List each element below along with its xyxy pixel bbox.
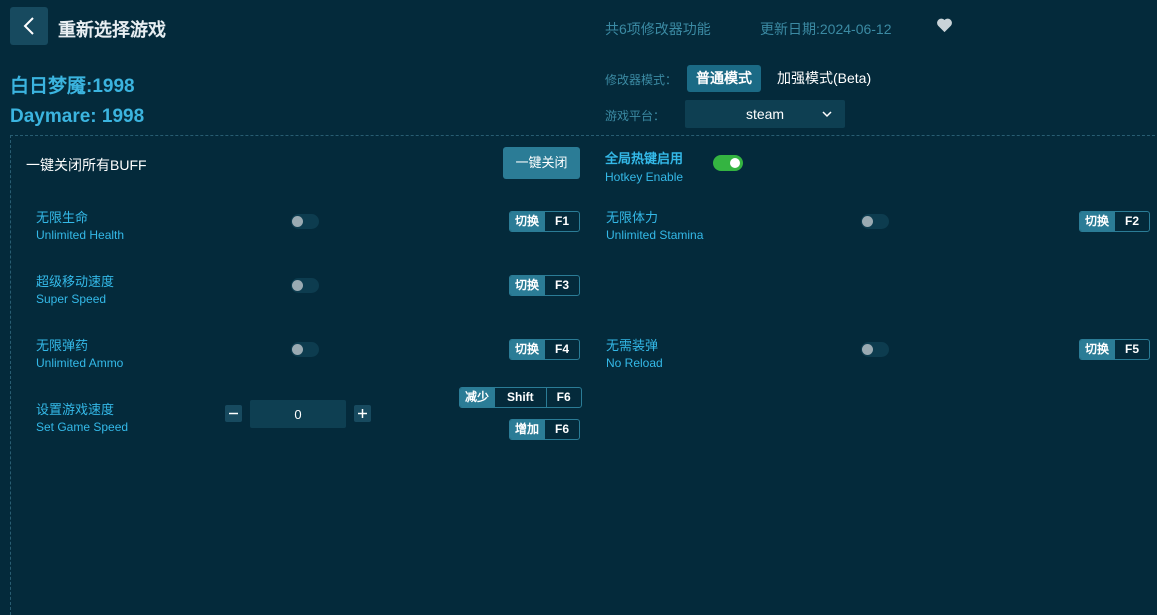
key-label: F2 bbox=[1114, 212, 1149, 231]
key-label: F3 bbox=[544, 276, 579, 295]
speed-decrease-button[interactable] bbox=[225, 405, 242, 422]
platform-label: 游戏平台： bbox=[605, 109, 666, 123]
no-reload-hotkey[interactable]: 切换 F5 bbox=[1079, 339, 1151, 360]
feature-name-en: Unlimited Stamina bbox=[606, 228, 704, 242]
toggle-knob bbox=[862, 216, 873, 227]
speed-increase-hotkey[interactable]: 增加 F6 bbox=[509, 419, 581, 440]
game-title-en: Daymare: 1998 bbox=[10, 106, 145, 127]
feature-count: 共6项修改器功能 bbox=[605, 21, 711, 37]
mode-enhanced-button[interactable]: 加强模式(Beta) bbox=[768, 65, 880, 92]
speed-input[interactable] bbox=[250, 400, 346, 428]
mode-label: 修改器模式： bbox=[605, 73, 678, 87]
toggle-knob bbox=[292, 280, 303, 291]
no-reload-toggle[interactable] bbox=[861, 342, 889, 357]
feature-name-zh: 超级移动速度 bbox=[36, 274, 115, 289]
feature-name-zh: 无限弹药 bbox=[36, 338, 89, 353]
switch-label[interactable]: 切换 bbox=[510, 212, 545, 231]
toggle-knob bbox=[292, 344, 303, 355]
feature-name-zh: 无限体力 bbox=[606, 210, 659, 225]
back-button[interactable] bbox=[10, 7, 48, 45]
key-label: F1 bbox=[544, 212, 579, 231]
speed-increase-button[interactable] bbox=[354, 405, 371, 422]
game-title-zh: 白日梦魇:1998 bbox=[10, 76, 135, 97]
unlimited-health-hotkey[interactable]: 切换 F1 bbox=[509, 211, 581, 232]
chevron-down-icon bbox=[822, 111, 832, 118]
page-title: 重新选择游戏 bbox=[58, 20, 166, 40]
game-speed-label-en: Set Game Speed bbox=[36, 420, 129, 434]
toggle-knob bbox=[862, 344, 873, 355]
unlimited-stamina-toggle[interactable] bbox=[861, 214, 889, 229]
close-all-button[interactable]: 一键关闭 bbox=[503, 147, 580, 179]
feature-name-en: Super Speed bbox=[36, 292, 107, 306]
hotkey-toggle[interactable] bbox=[713, 155, 743, 171]
feature-name-en: Unlimited Ammo bbox=[36, 356, 124, 370]
mode-normal-button[interactable]: 普通模式 bbox=[687, 65, 761, 92]
super-speed-hotkey[interactable]: 切换 F3 bbox=[509, 275, 581, 296]
toggle-knob bbox=[292, 216, 303, 227]
increase-label[interactable]: 增加 bbox=[510, 420, 545, 439]
decrease-label[interactable]: 减少 bbox=[460, 388, 495, 407]
super-speed-toggle[interactable] bbox=[291, 278, 319, 293]
switch-label[interactable]: 切换 bbox=[510, 276, 545, 295]
game-speed-label-zh: 设置游戏速度 bbox=[36, 402, 115, 417]
switch-label[interactable]: 切换 bbox=[1080, 340, 1115, 359]
minus-icon bbox=[229, 412, 238, 415]
unlimited-ammo-toggle[interactable] bbox=[291, 342, 319, 357]
modifier-key-label: Shift bbox=[494, 388, 546, 407]
feature-name-zh: 无需装弹 bbox=[606, 338, 659, 353]
unlimited-stamina-hotkey[interactable]: 切换 F2 bbox=[1079, 211, 1151, 232]
platform-value: steam bbox=[745, 106, 785, 122]
toggle-knob bbox=[730, 158, 740, 168]
feature-name-en: Unlimited Health bbox=[36, 228, 125, 242]
hotkey-label-en: Hotkey Enable bbox=[605, 170, 684, 184]
unlimited-health-toggle[interactable] bbox=[291, 214, 319, 229]
heart-icon bbox=[937, 18, 952, 33]
key-label: F5 bbox=[1114, 340, 1149, 359]
chevron-left-icon bbox=[23, 17, 34, 35]
unlimited-ammo-hotkey[interactable]: 切换 F4 bbox=[509, 339, 581, 360]
plus-icon bbox=[358, 409, 367, 418]
feature-name-en: No Reload bbox=[606, 356, 663, 370]
features-panel bbox=[10, 135, 1157, 615]
hotkey-label-zh: 全局热键启用 bbox=[605, 151, 684, 166]
update-date: 更新日期:2024-06-12 bbox=[760, 21, 892, 37]
feature-name-zh: 无限生命 bbox=[36, 210, 89, 225]
switch-label[interactable]: 切换 bbox=[1080, 212, 1115, 231]
key-label: F4 bbox=[544, 340, 579, 359]
platform-select[interactable]: steam bbox=[685, 100, 845, 128]
key-label: F6 bbox=[544, 420, 579, 439]
favorite-button[interactable] bbox=[936, 17, 953, 38]
switch-label[interactable]: 切换 bbox=[510, 340, 545, 359]
key-label: F6 bbox=[545, 388, 581, 407]
close-all-label: 一键关闭所有BUFF bbox=[26, 157, 147, 173]
speed-decrease-hotkey[interactable]: 减少 Shift F6 bbox=[459, 387, 582, 408]
